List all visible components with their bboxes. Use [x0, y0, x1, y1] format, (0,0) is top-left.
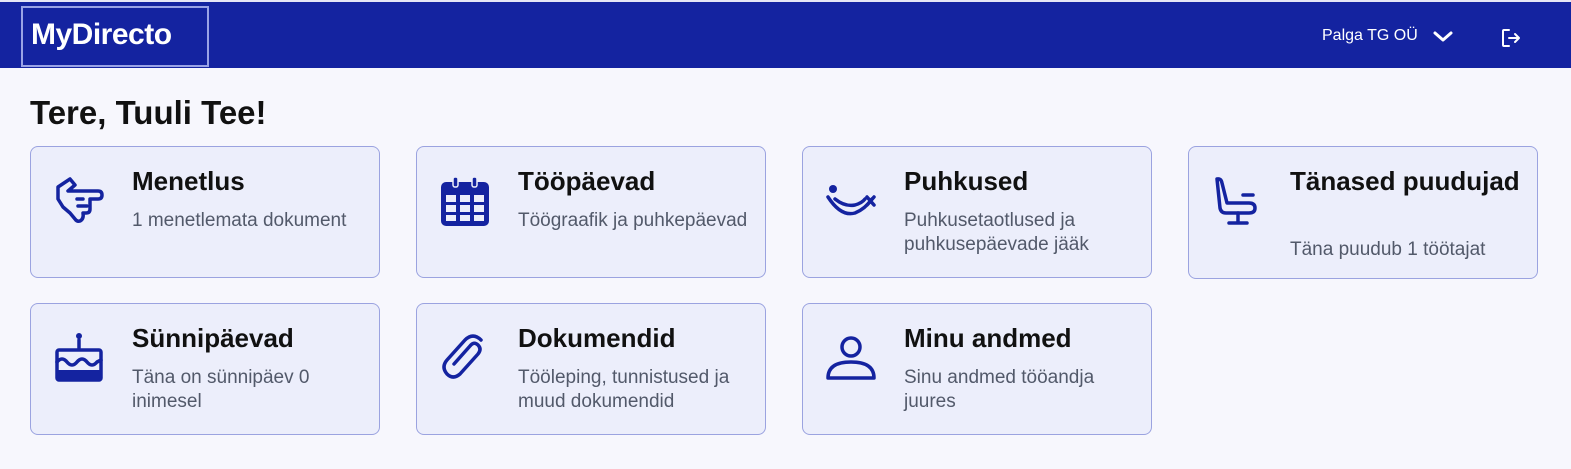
card-title: Puhkused [904, 166, 1029, 196]
card-menetlus[interactable]: Menetlus 1 menetlemata dokument [30, 146, 380, 278]
calendar-icon [441, 176, 489, 226]
hammock-icon [826, 185, 876, 216]
user-icon [826, 336, 876, 380]
card-title: Dokumendid [518, 323, 676, 353]
card-description: Töögraafik ja puhkepäevad [518, 210, 748, 231]
card-description: Täna puudub 1 töötajat [1290, 239, 1486, 260]
card-toopaevad[interactable]: Tööpäevad Töögraafik ja puhkepäevad [416, 146, 766, 278]
card-title: Minu andmed [904, 323, 1072, 353]
card-title: Tänased puudujad [1290, 166, 1520, 196]
card-sunnipaevad[interactable]: Sünnipäevad Täna on sünnipäev 0 inimesel [30, 303, 380, 435]
paperclip-icon [442, 334, 483, 379]
card-description: Puhkusetaotlused ja puhkusepäevade jääk [904, 210, 1089, 255]
chair-icon [1215, 177, 1257, 225]
card-title: Tööpäevad [518, 166, 656, 196]
card-description: Sinu andmed tööandja juures [904, 367, 1095, 412]
card-description: 1 menetlemata dokument [132, 210, 347, 231]
company-selector-label[interactable]: Palga TG OÜ [1322, 27, 1418, 45]
card-title: Sünnipäevad [132, 323, 294, 353]
card-description: Täna on sünnipäev 0 inimesel [132, 367, 310, 412]
card-tanased-puudujad[interactable]: Tänased puudujad Täna puudub 1 töötajat [1188, 146, 1538, 279]
logo-link[interactable]: MyDirecto [21, 6, 209, 67]
birthday-cake-icon [55, 333, 103, 382]
card-description: Tööleping, tunnistused ja muud dokumendi… [518, 367, 730, 412]
logout-icon[interactable] [1500, 27, 1522, 49]
card-dokumendid[interactable]: Dokumendid Tööleping, tunnistused ja muu… [416, 303, 766, 435]
logo: MyDirecto [31, 18, 172, 51]
top-navigation-bar: MyDirecto Palga TG OÜ [0, 0, 1571, 68]
card-title: Menetlus [132, 166, 245, 196]
chevron-down-icon[interactable] [1431, 28, 1455, 46]
hand-pointing-icon [56, 177, 104, 223]
card-puhkused[interactable]: Puhkused Puhkusetaotlused ja puhkusepäev… [802, 146, 1152, 278]
card-minu-andmed[interactable]: Minu andmed Sinu andmed tööandja juures [802, 303, 1152, 435]
page-title: Tere, Tuuli Tee! [30, 94, 267, 131]
